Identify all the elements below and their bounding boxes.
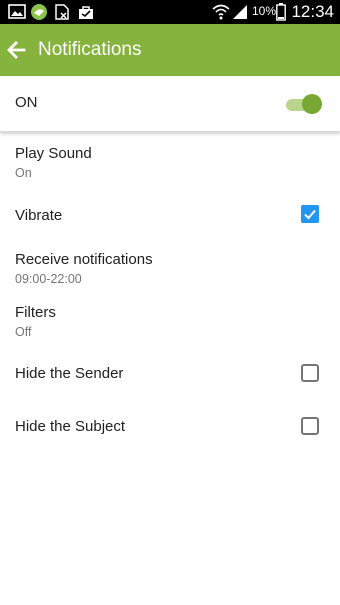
setting-play-sound[interactable]: Play Sound On [0, 140, 340, 190]
toggle-thumb [302, 94, 322, 114]
page-title: Notifications [38, 39, 142, 60]
status-bar: 10% 12:34 [0, 0, 340, 24]
setting-summary: 09:00-22:00 [15, 272, 82, 286]
setting-hide-subject[interactable]: Hide the Subject [0, 405, 340, 449]
master-switch-row[interactable]: ON [0, 76, 340, 132]
setting-title: Vibrate [15, 207, 63, 224]
signal-icon [232, 4, 248, 25]
master-toggle[interactable] [284, 94, 322, 114]
back-button[interactable] [4, 34, 36, 66]
arrow-left-icon [4, 41, 36, 70]
hide-subject-checkbox[interactable] [301, 417, 319, 435]
hide-sender-checkbox[interactable] [301, 364, 319, 382]
setting-title: Filters [15, 304, 56, 321]
checkmark-icon [301, 209, 319, 227]
setting-title: Hide the Sender [15, 365, 124, 382]
vibrate-checkbox[interactable] [301, 205, 319, 223]
app-icon [30, 3, 48, 26]
master-switch-label: ON [15, 94, 38, 111]
battery-percent: 10% [252, 4, 277, 18]
setting-filters[interactable]: Filters Off [0, 299, 340, 349]
setting-summary: On [15, 166, 32, 180]
image-icon [8, 4, 26, 24]
app-bar: Notifications [0, 24, 340, 76]
setting-title: Hide the Subject [15, 418, 126, 435]
shopping-bag-icon [78, 4, 94, 25]
sim-icon [54, 4, 70, 25]
battery-icon [276, 3, 286, 26]
setting-title: Receive notifications [15, 251, 153, 268]
setting-summary: Off [15, 325, 32, 339]
setting-receive-notifications[interactable]: Receive notifications 09:00-22:00 [0, 246, 340, 296]
clock: 12:34 [291, 2, 334, 21]
wifi-icon [212, 3, 230, 25]
setting-vibrate[interactable]: Vibrate [0, 194, 340, 236]
setting-hide-sender[interactable]: Hide the Sender [0, 352, 340, 396]
setting-title: Play Sound [15, 145, 92, 162]
